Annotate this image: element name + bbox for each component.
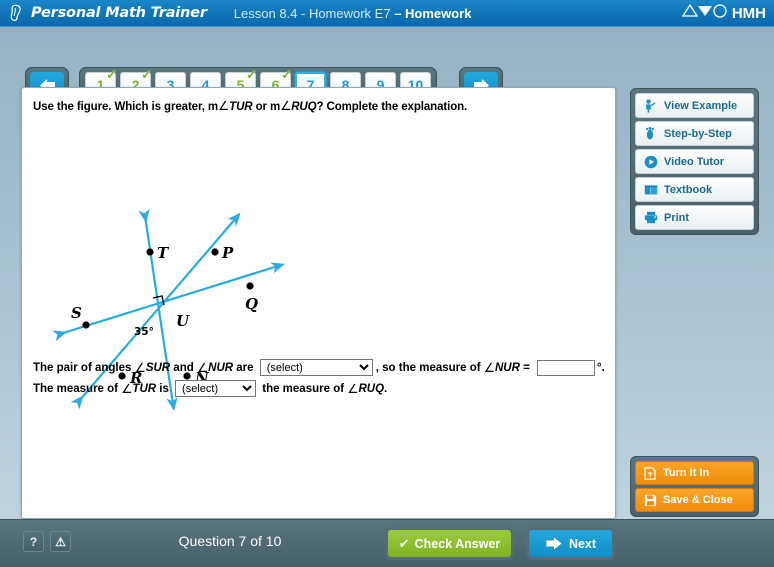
line1-part-h: = bbox=[519, 361, 534, 374]
angle-symbol-icon: ∠ bbox=[196, 361, 209, 375]
comparison-select[interactable]: (select) bbox=[175, 380, 257, 397]
point-dot-s bbox=[82, 321, 90, 329]
line1-degree-unit: °. bbox=[597, 361, 605, 374]
line1-angle-nur-2: NUR bbox=[495, 361, 520, 374]
app-header: Personal Math Trainer Lesson 8.4 - Homew… bbox=[0, 0, 774, 27]
textbook-button[interactable]: Textbook bbox=[635, 177, 754, 202]
angle-symbol-icon: ∠ bbox=[121, 382, 133, 396]
footprint-icon bbox=[643, 126, 658, 141]
tool-label: View Example bbox=[664, 99, 738, 112]
line1-angle-sur: SUR bbox=[145, 361, 171, 374]
point-label-p: P bbox=[221, 244, 234, 262]
arrow-right-icon bbox=[545, 536, 563, 551]
brand-logo: Personal Math Trainer bbox=[8, 4, 207, 22]
next-label: Next bbox=[568, 536, 597, 551]
angle-pair-relationship-select[interactable]: (select) bbox=[259, 359, 373, 376]
tool-sidebar: View Example Step-by-Step Video Tutor Te… bbox=[630, 88, 759, 235]
line2-angle-tur: TUR bbox=[132, 382, 157, 395]
check-answer-label: Check Answer bbox=[414, 536, 501, 551]
line1-part-e: are bbox=[233, 361, 257, 374]
book-icon bbox=[643, 182, 658, 197]
line2-part-a: The measure of bbox=[33, 382, 122, 395]
turn-it-in-button[interactable]: Turn It In bbox=[635, 461, 754, 485]
line1-part-c: and bbox=[170, 361, 197, 374]
question-nav-strip: 1 ✓ 2 ✓ 3 4 5 ✓ 6 ✓ 7 8 9 10 bbox=[0, 27, 774, 103]
prompt-part-c: or m bbox=[252, 101, 281, 113]
angle-symbol-icon: ∠ bbox=[347, 382, 359, 396]
lesson-prefix: Lesson 8.4 - Homework E7 bbox=[233, 5, 395, 21]
prompt-angle-tur: TUR bbox=[229, 101, 253, 113]
line2-part-c: is bbox=[156, 382, 173, 395]
check-icon: ✓ bbox=[246, 66, 257, 82]
lesson-suffix: Homework bbox=[405, 5, 472, 21]
point-label-s: S bbox=[71, 304, 82, 322]
tool-label: Step-by-Step bbox=[664, 127, 732, 140]
step-by-step-button[interactable]: Step-by-Step bbox=[635, 121, 754, 146]
point-dot-q bbox=[246, 282, 254, 290]
next-button[interactable]: Next bbox=[526, 527, 615, 560]
line1-part-f: , so the measure of bbox=[375, 361, 484, 374]
angle-measure-label: 35° bbox=[134, 326, 154, 338]
brand-title: Personal Math Trainer bbox=[31, 5, 207, 21]
check-icon: ✓ bbox=[106, 66, 117, 82]
lesson-dash: – bbox=[394, 5, 406, 21]
angle-symbol-icon: ∠ bbox=[483, 361, 495, 375]
action-label: Save & Close bbox=[663, 494, 733, 506]
tool-label: Print bbox=[664, 211, 690, 224]
hmh-glyph-icon bbox=[681, 3, 729, 24]
print-button[interactable]: Print bbox=[635, 205, 754, 230]
person-pointing-icon bbox=[643, 98, 658, 113]
angle-symbol-icon: ∠ bbox=[280, 99, 292, 113]
prompt-part-e: ? Complete the explanation. bbox=[316, 101, 468, 113]
line1-part-a: The pair of angles bbox=[33, 361, 135, 374]
check-icon: ✓ bbox=[141, 66, 152, 82]
hmh-logo: HMH bbox=[681, 3, 766, 24]
play-circle-icon bbox=[643, 154, 658, 169]
line1-angle-nur: NUR bbox=[208, 361, 234, 374]
action-button-group: Turn It In Save & Close bbox=[630, 456, 759, 517]
point-label-u: U bbox=[176, 312, 190, 330]
checkmark-icon: ✔ bbox=[398, 535, 410, 551]
question-prompt: Use the figure. Which is greater, m∠TUR … bbox=[33, 98, 467, 113]
answer-explanation-block: The pair of angles ∠ SUR and ∠ NUR are (se… bbox=[33, 358, 605, 400]
view-example-button[interactable]: View Example bbox=[635, 93, 754, 118]
tool-label: Video Tutor bbox=[664, 155, 725, 168]
nur-measure-input[interactable] bbox=[537, 359, 596, 376]
prompt-part-a: Use the figure. Which is greater, m bbox=[33, 101, 219, 113]
lesson-breadcrumb: Lesson 8.4 - Homework E7 – Homework bbox=[234, 6, 472, 21]
answer-line-2: The measure of ∠ TUR is (select) the meas… bbox=[33, 379, 605, 398]
line2-part-d: the measure of bbox=[259, 382, 348, 395]
check-icon: ✓ bbox=[281, 66, 292, 82]
point-label-t: T bbox=[157, 244, 170, 262]
point-label-q: Q bbox=[245, 295, 258, 313]
hmh-text: HMH bbox=[731, 5, 766, 22]
line2-part-f: . bbox=[384, 382, 388, 395]
tool-label: Textbook bbox=[664, 183, 713, 196]
video-tutor-button[interactable]: Video Tutor bbox=[635, 149, 754, 174]
footer-bar: ? ⚠ Question 7 of 10 ✔ Check Answer Next bbox=[0, 519, 774, 567]
floppy-disk-icon bbox=[643, 493, 657, 507]
point-dot-t bbox=[146, 248, 154, 256]
angle-symbol-icon: ∠ bbox=[218, 99, 230, 113]
line2-angle-ruq: RUQ bbox=[358, 382, 385, 395]
pencil-flask-icon bbox=[8, 4, 25, 22]
upload-document-icon bbox=[643, 466, 657, 480]
angle-symbol-icon: ∠ bbox=[134, 361, 146, 375]
prompt-angle-ruq: RUQ bbox=[291, 101, 317, 113]
question-content-panel: Use the figure. Which is greater, m∠TUR … bbox=[21, 87, 616, 519]
action-label: Turn It In bbox=[663, 467, 710, 479]
answer-line-1: The pair of angles ∠ SUR and ∠ NUR are (se… bbox=[33, 358, 605, 377]
printer-icon bbox=[643, 210, 658, 225]
save-and-close-button[interactable]: Save & Close bbox=[635, 488, 754, 512]
point-dot-p bbox=[211, 248, 219, 256]
check-answer-button[interactable]: ✔ Check Answer bbox=[385, 527, 514, 560]
